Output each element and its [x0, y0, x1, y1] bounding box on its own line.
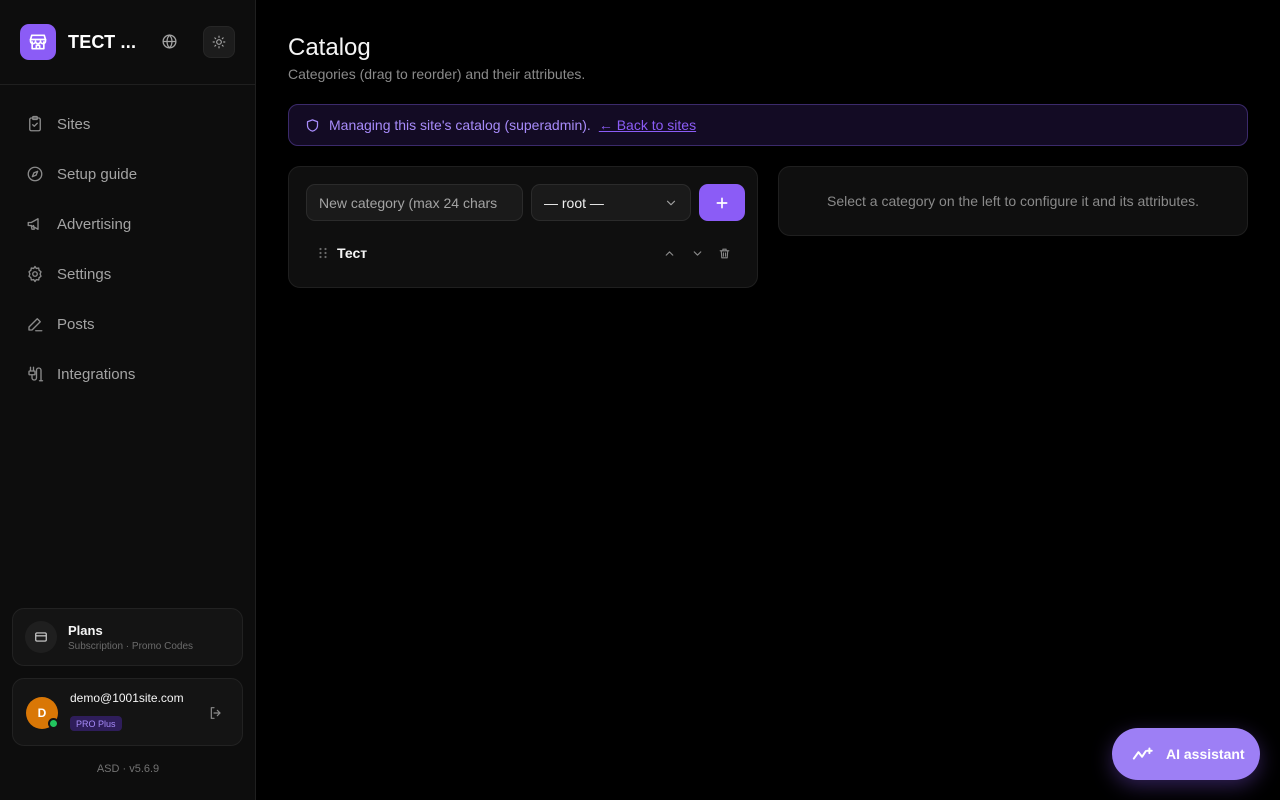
sidebar-item-posts[interactable]: Posts — [0, 299, 255, 349]
megaphone-icon — [26, 215, 44, 233]
superadmin-banner: Managing this site's catalog (superadmin… — [288, 104, 1248, 146]
parent-category-select[interactable]: — root — — [531, 184, 691, 221]
app-version: ASD · v5.6.9 — [96, 763, 160, 775]
back-to-sites-link[interactable]: ← Back to sites — [599, 117, 696, 133]
language-globe-icon[interactable] — [156, 28, 182, 54]
sidebar-item-label: Sites — [57, 115, 91, 133]
parent-category-value: — root — — [544, 194, 604, 211]
logout-icon[interactable] — [206, 703, 226, 723]
move-down-icon[interactable] — [690, 246, 704, 260]
ai-assistant-button[interactable]: AI assistant — [1112, 728, 1260, 780]
plan-badge: PRO Plus — [70, 716, 122, 731]
online-status-indicator — [48, 718, 59, 729]
sidebar-item-integrations[interactable]: Integrations — [0, 349, 255, 399]
category-details-panel: Select a category on the left to configu… — [778, 166, 1248, 236]
sidebar-item-label: Settings — [57, 265, 112, 283]
sun-icon — [212, 35, 226, 49]
user-card[interactable]: D demo@1001site.com PRO Plus — [12, 678, 243, 746]
shield-icon — [305, 117, 321, 133]
add-category-button[interactable] — [699, 184, 745, 221]
chevron-down-icon — [666, 200, 676, 206]
categories-panel: — root — Тест — [288, 166, 758, 288]
sparkle-chart-icon — [1132, 743, 1154, 765]
sidebar-item-label: Setup guide — [57, 165, 138, 183]
plans-card[interactable]: Plans Subscription · Promo Codes — [12, 608, 243, 666]
page-title: Catalog — [288, 34, 371, 61]
store-logo-icon[interactable] — [20, 24, 56, 60]
sidebar-item-settings[interactable]: Settings — [0, 249, 255, 299]
sidebar-item-advertising[interactable]: Advertising — [0, 199, 255, 249]
sidebar-item-label: Posts — [57, 315, 95, 333]
sidebar: ТЕСТ ... Sites Setup guide Advertising S… — [0, 0, 256, 800]
sidebar-header: ТЕСТ ... — [0, 0, 255, 85]
banner-text: Managing this site's catalog (superadmin… — [329, 117, 591, 133]
page-subtitle: Categories (drag to reorder) and their a… — [288, 66, 586, 82]
sidebar-nav: Sites Setup guide Advertising Settings P… — [0, 85, 255, 399]
sidebar-item-setup-guide[interactable]: Setup guide — [0, 149, 255, 199]
move-up-icon[interactable] — [662, 246, 676, 260]
theme-toggle-button[interactable] — [203, 26, 235, 58]
plans-subtitle: Subscription · Promo Codes — [68, 640, 194, 652]
pencil-icon — [26, 315, 44, 333]
category-name: Тест — [337, 245, 368, 261]
credit-card-icon — [25, 621, 57, 653]
user-email: demo@1001site.com — [70, 691, 184, 705]
new-category-input[interactable] — [306, 184, 523, 221]
plug-icon — [26, 365, 44, 383]
drag-handle-icon[interactable] — [316, 246, 330, 260]
gear-icon — [26, 265, 44, 283]
clipboard-icon — [26, 115, 44, 133]
plus-icon — [716, 197, 728, 208]
ai-assistant-label: AI assistant — [1166, 746, 1245, 762]
compass-icon — [26, 165, 44, 183]
site-name[interactable]: ТЕСТ ... — [68, 32, 136, 53]
plans-title: Plans — [68, 622, 103, 638]
trash-icon[interactable] — [717, 246, 731, 260]
sidebar-item-label: Integrations — [57, 365, 136, 383]
category-row[interactable]: Тест — [306, 239, 742, 267]
sidebar-item-label: Advertising — [57, 215, 132, 233]
sidebar-item-sites[interactable]: Sites — [0, 99, 255, 149]
empty-state-text: Select a category on the left to configu… — [827, 193, 1199, 209]
